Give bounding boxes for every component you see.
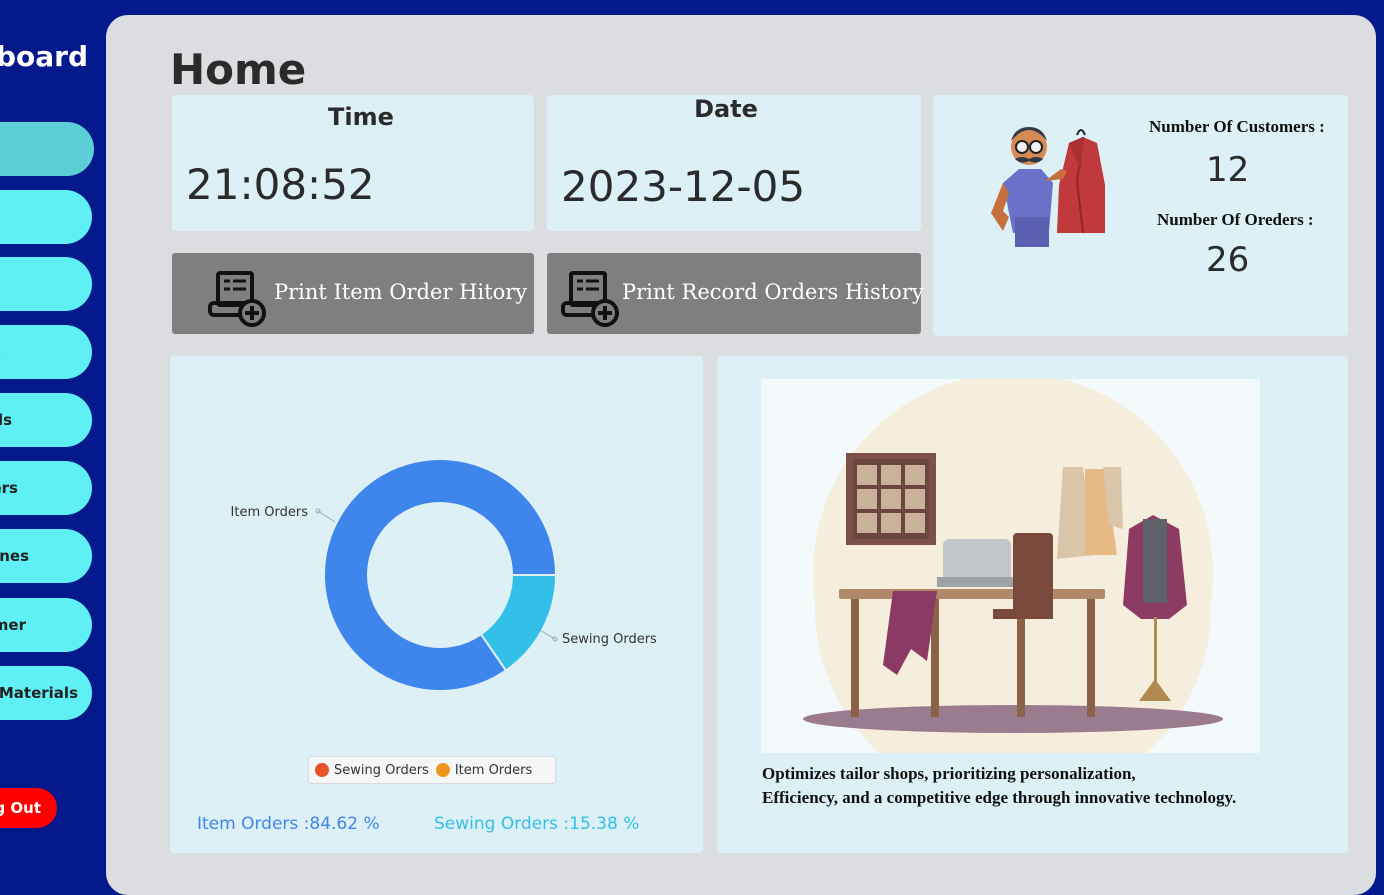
orders-value: 26 — [1206, 240, 1250, 280]
illustration-card: Optimizes tailor shops, prioritizing per… — [717, 356, 1348, 853]
customers-label: Number Of Customers : — [1149, 117, 1325, 136]
legend-item-sewing[interactable]: Sewing Orders — [334, 763, 429, 778]
time-label: Time — [328, 103, 394, 131]
sidebar-item-raw-materials[interactable]: / Materials — [0, 666, 92, 720]
data-label-item-orders: Item Orders — [231, 505, 309, 520]
sidebar-item-label: shines — [0, 547, 29, 565]
print-item-order-history-label: Print Item Order Hitory — [274, 280, 528, 304]
logout-label: g Out — [0, 799, 41, 817]
print-record-orders-history-button[interactable]: Print Record Orders History — [547, 253, 924, 334]
date-label: Date — [694, 95, 758, 123]
sidebar-item-home[interactable]: e — [0, 122, 94, 176]
legend-marker-item — [435, 763, 450, 777]
data-label-item-orders-leader — [317, 510, 336, 523]
stats-card: Number Of Customers : 12 Number Of Orede… — [933, 95, 1348, 336]
data-label-sewing-orders-leader — [539, 629, 556, 640]
print-report-icon — [561, 271, 619, 327]
orders-label: Number Of Oreders : — [1157, 210, 1314, 229]
date-value: 2023-12-05 — [561, 162, 806, 211]
sidebar-item-label: tomer — [0, 616, 26, 634]
sidebar-item-label: pliers — [0, 479, 18, 497]
sidebar-item-machines[interactable]: shines — [0, 529, 92, 583]
time-value: 21:08:52 — [186, 160, 375, 209]
sidebar-item-label: / Materials — [0, 684, 78, 702]
main-panel: Home Time 21:08:52 Date 2023-12-05 Print… — [106, 15, 1376, 895]
sidebar-title: board — [0, 40, 89, 73]
sewing-orders-percent: Sewing Orders :15.38 % — [434, 814, 640, 834]
logout-button[interactable]: g Out — [0, 788, 57, 828]
data-label-sewing-orders: Sewing Orders — [562, 632, 657, 647]
sidebar-item-items[interactable]: s — [0, 190, 92, 244]
tailor-shop-illustration — [761, 379, 1260, 753]
description-line-1: Optimizes tailor shops, prioritizing per… — [762, 764, 1136, 783]
customers-value: 12 — [1206, 150, 1250, 190]
app-description: Optimizes tailor shops, prioritizing per… — [762, 762, 1236, 810]
time-card: Time 21:08:52 — [172, 95, 534, 231]
sidebar-item-suppliers[interactable]: pliers — [0, 461, 92, 515]
print-report-icon — [208, 271, 266, 327]
sidebar-item-orders[interactable]: ers — [0, 257, 92, 311]
sidebar-item-tailors[interactable]: ors — [0, 325, 92, 379]
print-record-orders-history-label: Print Record Orders History — [622, 280, 924, 304]
print-item-order-history-button[interactable]: Print Item Order Hitory — [172, 253, 534, 334]
tailor-illustration — [991, 127, 1105, 247]
sidebar-item-records[interactable]: ords — [0, 393, 92, 447]
page-title: Home — [170, 45, 307, 94]
item-orders-percent: Item Orders :84.62 % — [197, 814, 380, 834]
sidebar-item-label: ords — [0, 411, 12, 429]
chart-card: Item Orders Sewing Orders Sewing Orders I… — [170, 356, 703, 853]
legend-marker-sewing — [315, 763, 329, 777]
orders-donut-chart: Item Orders Sewing Orders — [231, 458, 657, 692]
date-card: Date 2023-12-05 — [547, 95, 921, 231]
description-line-2: Efficiency, and a competitive edge throu… — [762, 788, 1237, 807]
chart-legend: Sewing Orders Item Orders — [308, 756, 556, 784]
sidebar-item-label: ors — [0, 343, 1, 361]
legend-item-item[interactable]: Item Orders — [455, 763, 532, 778]
sidebar-item-customer[interactable]: tomer — [0, 598, 92, 652]
